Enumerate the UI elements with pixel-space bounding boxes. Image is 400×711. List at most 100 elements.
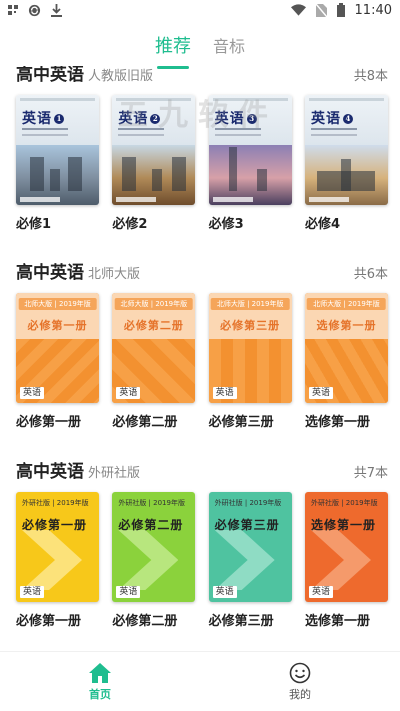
book-title: 必修第二册: [112, 614, 178, 629]
section-count[interactable]: 共6本: [354, 263, 388, 282]
cover-title: 英语: [118, 111, 149, 127]
cover-title: 选修第一册: [316, 319, 377, 332]
cover-edition-badge: 北师大版 | 2019年版: [210, 298, 290, 310]
book-cover[interactable]: 英语 4: [304, 95, 388, 205]
book-cover[interactable]: 北师大版 | 2019年版 选修第一册 英语: [304, 293, 388, 403]
book-card[interactable]: 英语 3 必修3: [208, 95, 292, 232]
cover-edition-badge: 北师大版 | 2019年版: [307, 298, 386, 310]
cover-edition-badge: 北师大版 | 2019年版: [114, 298, 194, 310]
bottom-navigation: 首页 我的: [0, 651, 400, 711]
section-title: 高中英语: [16, 263, 84, 283]
cover-edition-badge: 外研社版 | 2019年版: [310, 499, 378, 507]
cover-title: 必修第三册: [214, 518, 280, 532]
book-title: 必修第一册: [16, 614, 82, 629]
book-card[interactable]: 外研社版 | 2019年版 选修第一册 英语 选修第一册: [304, 492, 388, 629]
book-title: 必修第三册: [208, 415, 274, 430]
wifi-icon: [290, 4, 306, 16]
cover-subject-tag: 英语: [116, 387, 141, 399]
book-title: 必修第一册: [16, 415, 82, 430]
book-card[interactable]: 北师大版 | 2019年版 选修第一册 英语 选修第一册: [304, 293, 388, 430]
book-cover[interactable]: 外研社版 | 2019年版 必修第一册 英语: [16, 492, 99, 602]
section-header-fltrp: 高中英语 外研社版 共7本: [16, 457, 388, 482]
book-cover[interactable]: 北师大版 | 2019年版 必修第一册 英语: [16, 293, 99, 403]
book-title: 必修3: [208, 217, 244, 232]
cover-subject-tag: 英语: [212, 586, 237, 598]
cover-title: 选修第一册: [310, 518, 376, 532]
cover-title: 英语: [22, 111, 52, 127]
book-title: 必修第二册: [112, 415, 178, 430]
section-header-bnu: 高中英语 北师大版 共6本: [16, 258, 388, 283]
book-cover[interactable]: 英语 3: [208, 95, 292, 205]
cover-volume-number: 4: [342, 114, 353, 124]
cover-title: 英语: [214, 111, 245, 127]
nav-profile[interactable]: 我的: [200, 652, 400, 711]
book-title: 必修4: [304, 217, 341, 232]
section-subtitle: 人教版旧版: [88, 69, 154, 84]
cover-volume-number: 3: [246, 114, 257, 124]
section-title: 高中英语: [16, 462, 84, 482]
cover-volume-number: 2: [150, 114, 161, 124]
top-tabs: 推荐 音标: [0, 32, 400, 69]
clock: 11:40: [354, 2, 392, 18]
cover-title: 必修第二册: [118, 518, 184, 532]
section-subtitle: 外研社版: [88, 466, 141, 481]
book-title: 必修2: [112, 217, 148, 232]
cover-subject-tag: 英语: [212, 387, 237, 399]
status-bar: 11:40: [0, 0, 400, 20]
book-title: 选修第一册: [304, 415, 370, 430]
cover-volume-number: 1: [54, 114, 64, 124]
book-row-fltrp: 外研社版 | 2019年版 必修第一册 英语 必修第一册 外研社版 | 2019…: [16, 492, 388, 629]
nav-home[interactable]: 首页: [0, 652, 200, 711]
cover-subject-tag: 英语: [20, 586, 45, 598]
sync-icon: [28, 4, 41, 16]
nav-label: 首页: [89, 687, 111, 701]
book-card[interactable]: 英语 2 必修2: [112, 95, 196, 232]
book-card[interactable]: 外研社版 | 2019年版 必修第二册 英语 必修第二册: [112, 492, 196, 629]
tab-phonetics[interactable]: 音标: [213, 32, 245, 66]
book-card[interactable]: 北师大版 | 2019年版 必修第一册 英语 必修第一册: [16, 293, 99, 430]
book-title: 选修第一册: [304, 614, 370, 629]
cover-subject-tag: 英语: [116, 586, 141, 598]
cover-edition-badge: 外研社版 | 2019年版: [22, 499, 89, 507]
cover-edition-badge: 外研社版 | 2019年版: [214, 499, 282, 507]
book-cover[interactable]: 英语 1: [16, 95, 99, 205]
download-icon: [51, 3, 62, 17]
book-cover[interactable]: 英语 2: [112, 95, 196, 205]
section-count[interactable]: 共8本: [354, 66, 388, 84]
book-row-pep: 英语 1 必修1 英语 2 必修2 英语 3 必修3 英语 4 必修4: [16, 95, 388, 232]
book-cover[interactable]: 外研社版 | 2019年版 选修第一册 英语: [304, 492, 388, 602]
book-cover[interactable]: 北师大版 | 2019年版 必修第三册 英语: [208, 293, 292, 403]
nav-label: 我的: [289, 687, 311, 701]
section-title: 高中英语: [16, 65, 84, 85]
battery-icon: [336, 3, 345, 17]
cover-edition-badge: 北师大版 | 2019年版: [18, 298, 97, 310]
cover-subject-tag: 英语: [308, 586, 333, 598]
book-cover[interactable]: 北师大版 | 2019年版 必修第二册 英语: [112, 293, 196, 403]
book-cover[interactable]: 外研社版 | 2019年版 必修第三册 英语: [208, 492, 292, 602]
book-card[interactable]: 北师大版 | 2019年版 必修第二册 英语 必修第二册: [112, 293, 196, 430]
cover-title: 必修第一册: [27, 319, 88, 332]
no-sim-icon: [315, 3, 327, 17]
tab-recommend[interactable]: 推荐: [155, 32, 191, 69]
cover-subject-tag: 英语: [308, 387, 333, 399]
book-card[interactable]: 外研社版 | 2019年版 必修第一册 英语 必修第一册: [16, 492, 99, 629]
book-cover[interactable]: 外研社版 | 2019年版 必修第二册 英语: [112, 492, 196, 602]
section-subtitle: 北师大版: [88, 267, 141, 282]
cover-title: 必修第二册: [123, 319, 184, 332]
book-card[interactable]: 英语 4 必修4: [304, 95, 388, 232]
cover-title: 必修第一册: [22, 518, 88, 532]
book-title: 必修第三册: [208, 614, 274, 629]
cover-title: 英语: [310, 111, 341, 127]
book-card[interactable]: 外研社版 | 2019年版 必修第三册 英语 必修第三册: [208, 492, 292, 629]
cover-title: 必修第三册: [220, 319, 281, 332]
book-card[interactable]: 北师大版 | 2019年版 必修第三册 英语 必修第三册: [208, 293, 292, 430]
qr-icon: [8, 5, 18, 15]
book-card[interactable]: 英语 1 必修1: [16, 95, 99, 232]
home-icon: [89, 662, 111, 683]
cover-subject-tag: 英语: [20, 387, 45, 399]
book-row-bnu: 北师大版 | 2019年版 必修第一册 英语 必修第一册 北师大版 | 2019…: [16, 293, 388, 430]
book-title: 必修1: [16, 217, 52, 232]
smiley-profile-icon: [289, 662, 311, 683]
section-count[interactable]: 共7本: [354, 462, 388, 481]
cover-edition-badge: 外研社版 | 2019年版: [118, 499, 185, 507]
